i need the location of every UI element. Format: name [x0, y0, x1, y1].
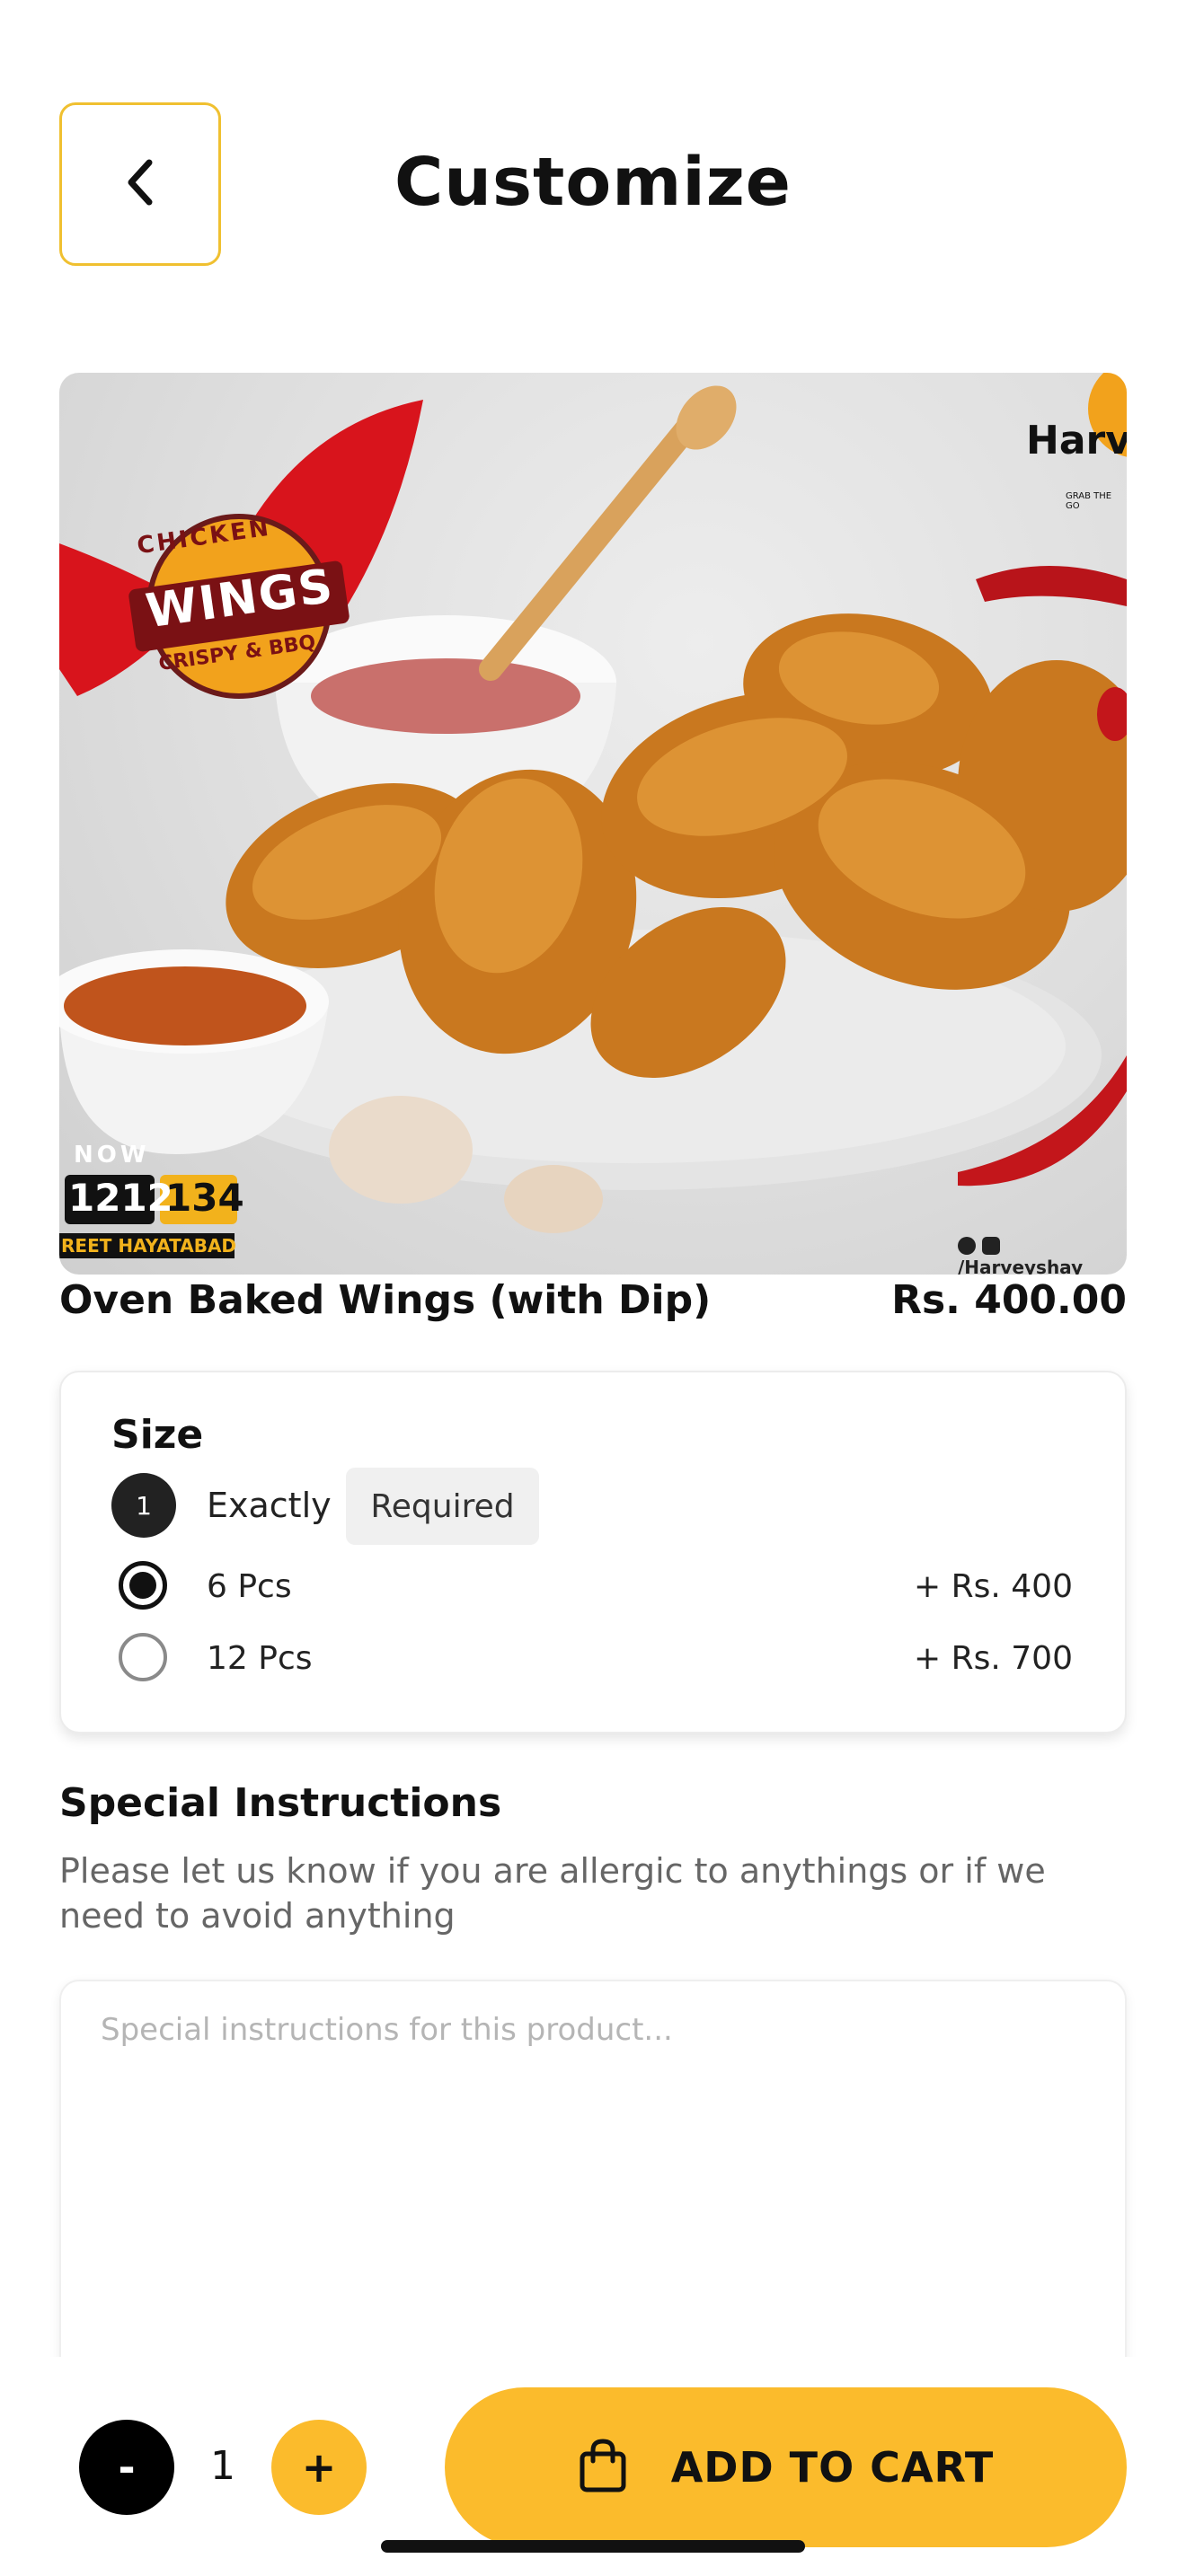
product-image: CHICKEN WINGS CRISPY & BBQ Harv GRAB THE… [59, 373, 1127, 1275]
required-chip: Required [346, 1468, 539, 1545]
special-instructions-title: Special Instructions [59, 1780, 502, 1826]
size-option-6-price: + Rs. 400 [914, 1568, 1073, 1605]
brand-tagline: GRAB THE GO [1066, 491, 1112, 511]
instagram-icon [981, 1237, 1000, 1255]
quantity-value: 1 [210, 2443, 235, 2489]
phone-part-a: 1212 [68, 1176, 173, 1220]
radio-selected-dot [129, 1572, 156, 1599]
size-options-card [59, 1371, 1127, 1734]
add-to-cart-button[interactable]: ADD TO CART [445, 2387, 1127, 2547]
product-name: Oven Baked Wings (with Dip) [59, 1277, 712, 1323]
page-title: Customize [394, 144, 792, 221]
social-handle-text: /Harveyshay [958, 1257, 1084, 1275]
selection-count-badge: 1 [111, 1473, 176, 1538]
decrease-quantity-button[interactable]: - [79, 2420, 174, 2515]
size-option-12-radio[interactable] [119, 1633, 167, 1681]
brand-text: Harv [1026, 418, 1127, 463]
size-option-12-price: + Rs. 700 [914, 1640, 1073, 1677]
special-instructions-description: Please let us know if you are allergic t… [59, 1851, 1046, 1936]
add-to-cart-label: ADD TO CART [670, 2443, 995, 2492]
phone-part-b: 134 [165, 1176, 244, 1220]
product-price: Rs. 400.00 [891, 1277, 1127, 1323]
home-indicator [381, 2540, 805, 2553]
increase-quantity-button[interactable]: + [271, 2420, 367, 2515]
size-title: Size [111, 1412, 204, 1458]
shopping-bag-icon [578, 2438, 628, 2497]
order-now-text: NOW [74, 1142, 150, 1169]
social-handle: /Harveyshay [958, 1235, 1127, 1275]
size-option-6-radio[interactable] [119, 1561, 167, 1610]
facebook-icon [958, 1237, 976, 1255]
exactly-label: Exactly [207, 1486, 332, 1525]
street-text: REET HAYATABAD [61, 1235, 237, 1257]
size-option-6-label[interactable]: 6 Pcs [207, 1568, 292, 1605]
size-option-12-label[interactable]: 12 Pcs [207, 1640, 313, 1677]
